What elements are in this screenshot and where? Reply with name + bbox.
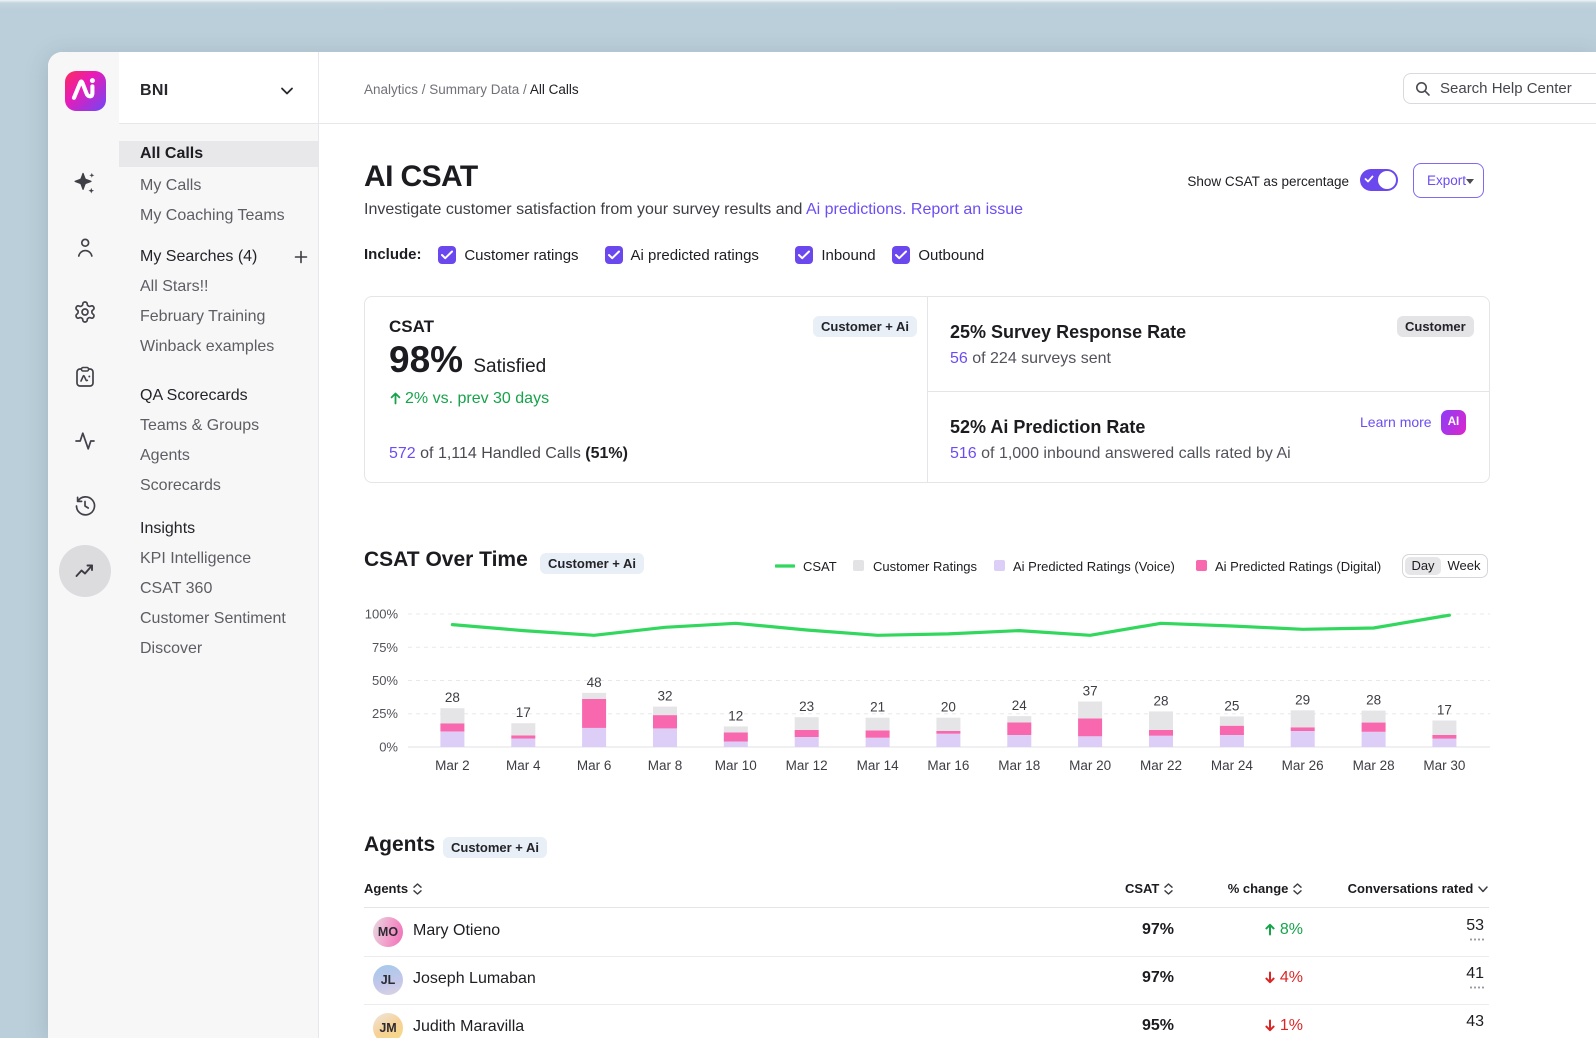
svg-text:17: 17 [516,705,531,720]
svg-text:Mar 22: Mar 22 [1140,758,1182,773]
svg-text:Mar 14: Mar 14 [857,758,900,773]
svg-text:Mar 24: Mar 24 [1211,758,1254,773]
svg-text:29: 29 [1295,692,1310,707]
svg-text:37: 37 [1083,684,1098,699]
svg-text:Mar 16: Mar 16 [927,758,969,773]
svg-text:25%: 25% [372,706,398,721]
svg-text:Mar 30: Mar 30 [1423,758,1465,773]
svg-text:Mar 12: Mar 12 [786,758,828,773]
svg-text:28: 28 [445,690,460,705]
svg-text:28: 28 [1153,693,1168,708]
svg-text:Mar 10: Mar 10 [715,758,757,773]
svg-text:20: 20 [941,700,956,715]
svg-text:100%: 100% [365,607,399,622]
svg-text:25: 25 [1224,698,1239,713]
svg-text:28: 28 [1366,693,1381,708]
svg-text:17: 17 [1437,703,1452,718]
svg-text:Mar 8: Mar 8 [648,758,683,773]
svg-text:Mar 28: Mar 28 [1353,758,1395,773]
svg-text:24: 24 [1012,698,1028,713]
svg-text:48: 48 [587,675,602,690]
svg-text:23: 23 [799,699,814,714]
svg-text:Mar 18: Mar 18 [998,758,1040,773]
svg-text:12: 12 [728,708,743,723]
svg-text:21: 21 [870,700,885,715]
svg-text:Mar 6: Mar 6 [577,758,612,773]
svg-text:Mar 4: Mar 4 [506,758,541,773]
svg-text:Mar 26: Mar 26 [1282,758,1324,773]
svg-text:0%: 0% [379,740,398,755]
svg-text:Mar 2: Mar 2 [435,758,470,773]
svg-text:Mar 20: Mar 20 [1069,758,1111,773]
svg-text:32: 32 [657,689,672,704]
svg-text:50%: 50% [372,673,398,688]
svg-text:75%: 75% [372,640,398,655]
